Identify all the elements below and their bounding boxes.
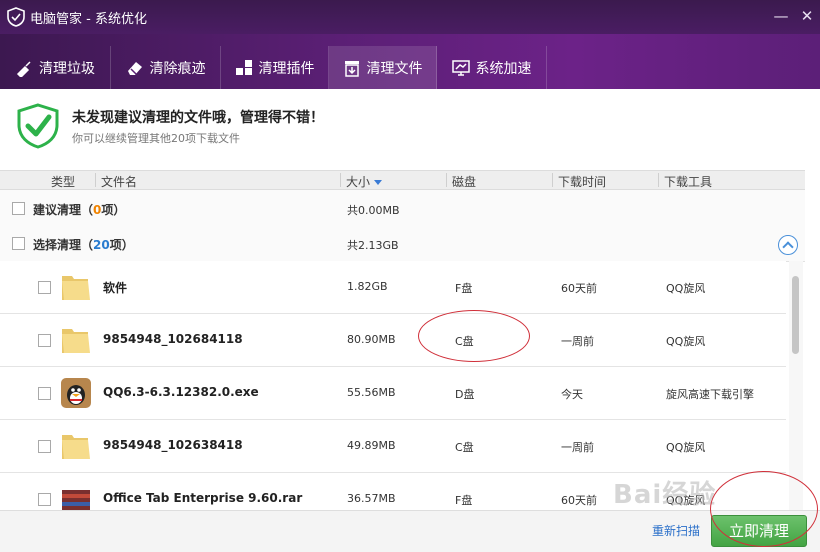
group-suggested-size: 共0.00MB [347, 204, 400, 217]
status-banner: 未发现建议清理的文件哦，管理得不错！ 你可以继续管理其他20项下载文件 [0, 89, 820, 170]
baidu-watermark: Bai经验 [613, 480, 717, 510]
group-count: 20 [93, 238, 110, 252]
file-name: 软件 [103, 281, 128, 295]
row-checkbox[interactable] [38, 493, 51, 506]
group-selected: 选择清理（20项） 共2.13GB [0, 225, 805, 262]
col-type[interactable]: 类型 [51, 173, 75, 190]
file-name: Office Tab Enterprise 9.60.rar [103, 491, 303, 505]
file-disk: F盘 [455, 494, 473, 507]
file-tool: QQ旋风 [666, 441, 706, 454]
close-button[interactable]: ✕ [797, 6, 817, 26]
pc-manager-logo-icon [7, 7, 25, 27]
group-paren: （ [81, 203, 94, 217]
footer-bar: 重新扫描 立即清理 [0, 510, 820, 552]
file-disk: D盘 [455, 388, 475, 401]
archive-icon [62, 490, 90, 510]
table-row[interactable]: 软件 1.82GB F盘 60天前 QQ旋风 [0, 261, 786, 314]
column-divider [340, 173, 341, 187]
col-size[interactable]: 大小 [346, 173, 383, 190]
file-tool: QQ旋风 [666, 282, 706, 295]
minimize-button[interactable]: — [771, 6, 791, 26]
row-checkbox[interactable] [38, 387, 51, 400]
sort-desc-icon [374, 180, 383, 185]
file-name: 9854948_102684118 [103, 332, 243, 346]
file-size: 1.82GB [347, 280, 388, 293]
banner-headline: 未发现建议清理的文件哦，管理得不错！ [72, 110, 324, 126]
group-title: 选择清理 [33, 238, 82, 252]
group-suggested-checkbox[interactable] [12, 202, 25, 215]
tab-bar: 清理垃圾 清除痕迹 清理插件 清理文件 系统加速 [0, 34, 820, 89]
tab-label: 清理插件 [258, 60, 315, 77]
file-tool: QQ旋风 [666, 335, 706, 348]
table-row[interactable]: 9854948_102684118 80.90MB C盘 一周前 QQ旋风 [0, 314, 786, 367]
folder-icon [62, 329, 90, 353]
title-bar: 电脑管家 - 系统优化 — ✕ [0, 0, 820, 34]
group-selected-label: 选择清理（20项） [33, 236, 134, 253]
table-row[interactable]: 9854948_102638418 49.89MB C盘 一周前 QQ旋风 [0, 420, 786, 473]
row-checkbox[interactable] [38, 334, 51, 347]
file-time: 60天前 [561, 282, 597, 295]
file-disk: C盘 [455, 441, 474, 454]
tab-clear-traces[interactable]: 清除痕迹 [111, 46, 221, 89]
file-disk: C盘 [455, 335, 474, 348]
column-divider [446, 173, 447, 187]
group-suggested-label: 建议清理（0项） [33, 201, 125, 218]
row-checkbox[interactable] [38, 281, 51, 294]
file-time: 一周前 [561, 441, 594, 454]
tab-clean-plugins[interactable]: 清理插件 [221, 46, 329, 89]
group-title: 建议清理 [33, 203, 82, 217]
plugin-icon [235, 59, 252, 75]
file-size: 49.89MB [347, 439, 396, 452]
file-time: 今天 [561, 388, 583, 401]
file-size: 80.90MB [347, 333, 396, 346]
collapse-group-button[interactable] [778, 235, 798, 255]
shield-check-icon [17, 103, 59, 149]
file-size: 55.56MB [347, 386, 396, 399]
rescan-link[interactable]: 重新扫描 [652, 522, 700, 539]
file-disk: F盘 [455, 282, 473, 295]
broom-icon [16, 60, 31, 77]
window-title: 电脑管家 - 系统优化 [30, 12, 147, 27]
tab-label: 清理文件 [366, 60, 423, 77]
clean-now-button[interactable]: 立即清理 [711, 515, 807, 547]
col-size-label: 大小 [346, 175, 371, 189]
tab-system-speedup[interactable]: 系统加速 [437, 46, 547, 89]
file-time: 60天前 [561, 494, 597, 507]
file-name: QQ6.3-6.3.12382.0.exe [103, 385, 259, 399]
file-time: 一周前 [561, 335, 594, 348]
file-size: 36.57MB [347, 492, 396, 505]
tab-clean-junk[interactable]: 清理垃圾 [0, 46, 111, 89]
tab-label: 清理垃圾 [39, 60, 95, 77]
tab-label: 系统加速 [475, 60, 532, 77]
file-name: 9854948_102638418 [103, 438, 243, 452]
file-tool: 旋风高速下载引擎 [666, 388, 754, 401]
col-tool[interactable]: 下载工具 [664, 173, 712, 190]
col-time[interactable]: 下载时间 [558, 173, 606, 190]
banner-subtext: 你可以继续管理其他20项下载文件 [72, 132, 240, 145]
group-paren: （ [81, 238, 94, 252]
table-row[interactable]: QQ6.3-6.3.12382.0.exe 55.56MB D盘 今天 旋风高速… [0, 367, 786, 420]
column-divider [552, 173, 553, 187]
row-checkbox[interactable] [38, 440, 51, 453]
group-selected-size: 共2.13GB [347, 239, 399, 252]
eraser-icon [127, 61, 142, 75]
folder-icon [62, 435, 90, 459]
qq-penguin-icon [61, 378, 91, 408]
group-unit: 项） [109, 238, 134, 252]
col-name[interactable]: 文件名 [101, 173, 137, 190]
group-unit: 项） [101, 203, 126, 217]
column-header: 类型 文件名 大小 磁盘 下载时间 下载工具 [0, 170, 805, 190]
file-clean-icon [344, 60, 359, 77]
monitor-speed-icon [451, 59, 470, 76]
tab-clean-files[interactable]: 清理文件 [329, 46, 437, 89]
column-divider [658, 173, 659, 187]
column-divider [95, 173, 96, 187]
scrollbar-thumb[interactable] [792, 276, 799, 354]
folder-icon [62, 276, 90, 300]
col-disk[interactable]: 磁盘 [452, 173, 476, 190]
group-suggested: 建议清理（0项） 共0.00MB [0, 190, 805, 227]
tab-label: 清除痕迹 [149, 60, 206, 77]
group-selected-checkbox[interactable] [12, 237, 25, 250]
